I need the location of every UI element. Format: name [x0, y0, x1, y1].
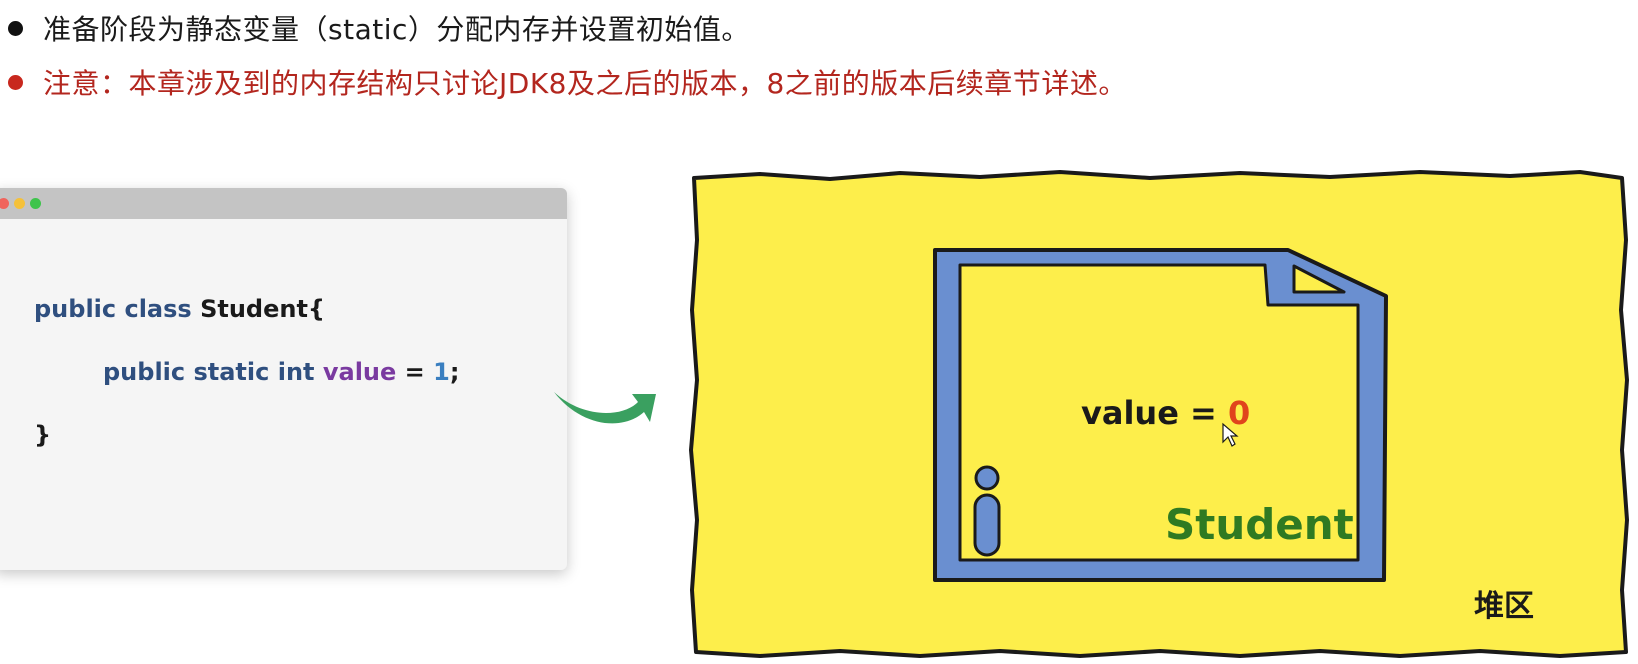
heap-area-label: 堆区 [1474, 589, 1534, 624]
static-field-value: value = 0 [1081, 394, 1250, 432]
value-text: value = [1081, 394, 1228, 432]
heap-area [689, 170, 1629, 658]
class-name-label: Student [1165, 500, 1354, 549]
info-icon [973, 465, 1001, 557]
value-zero: 0 [1228, 394, 1251, 432]
